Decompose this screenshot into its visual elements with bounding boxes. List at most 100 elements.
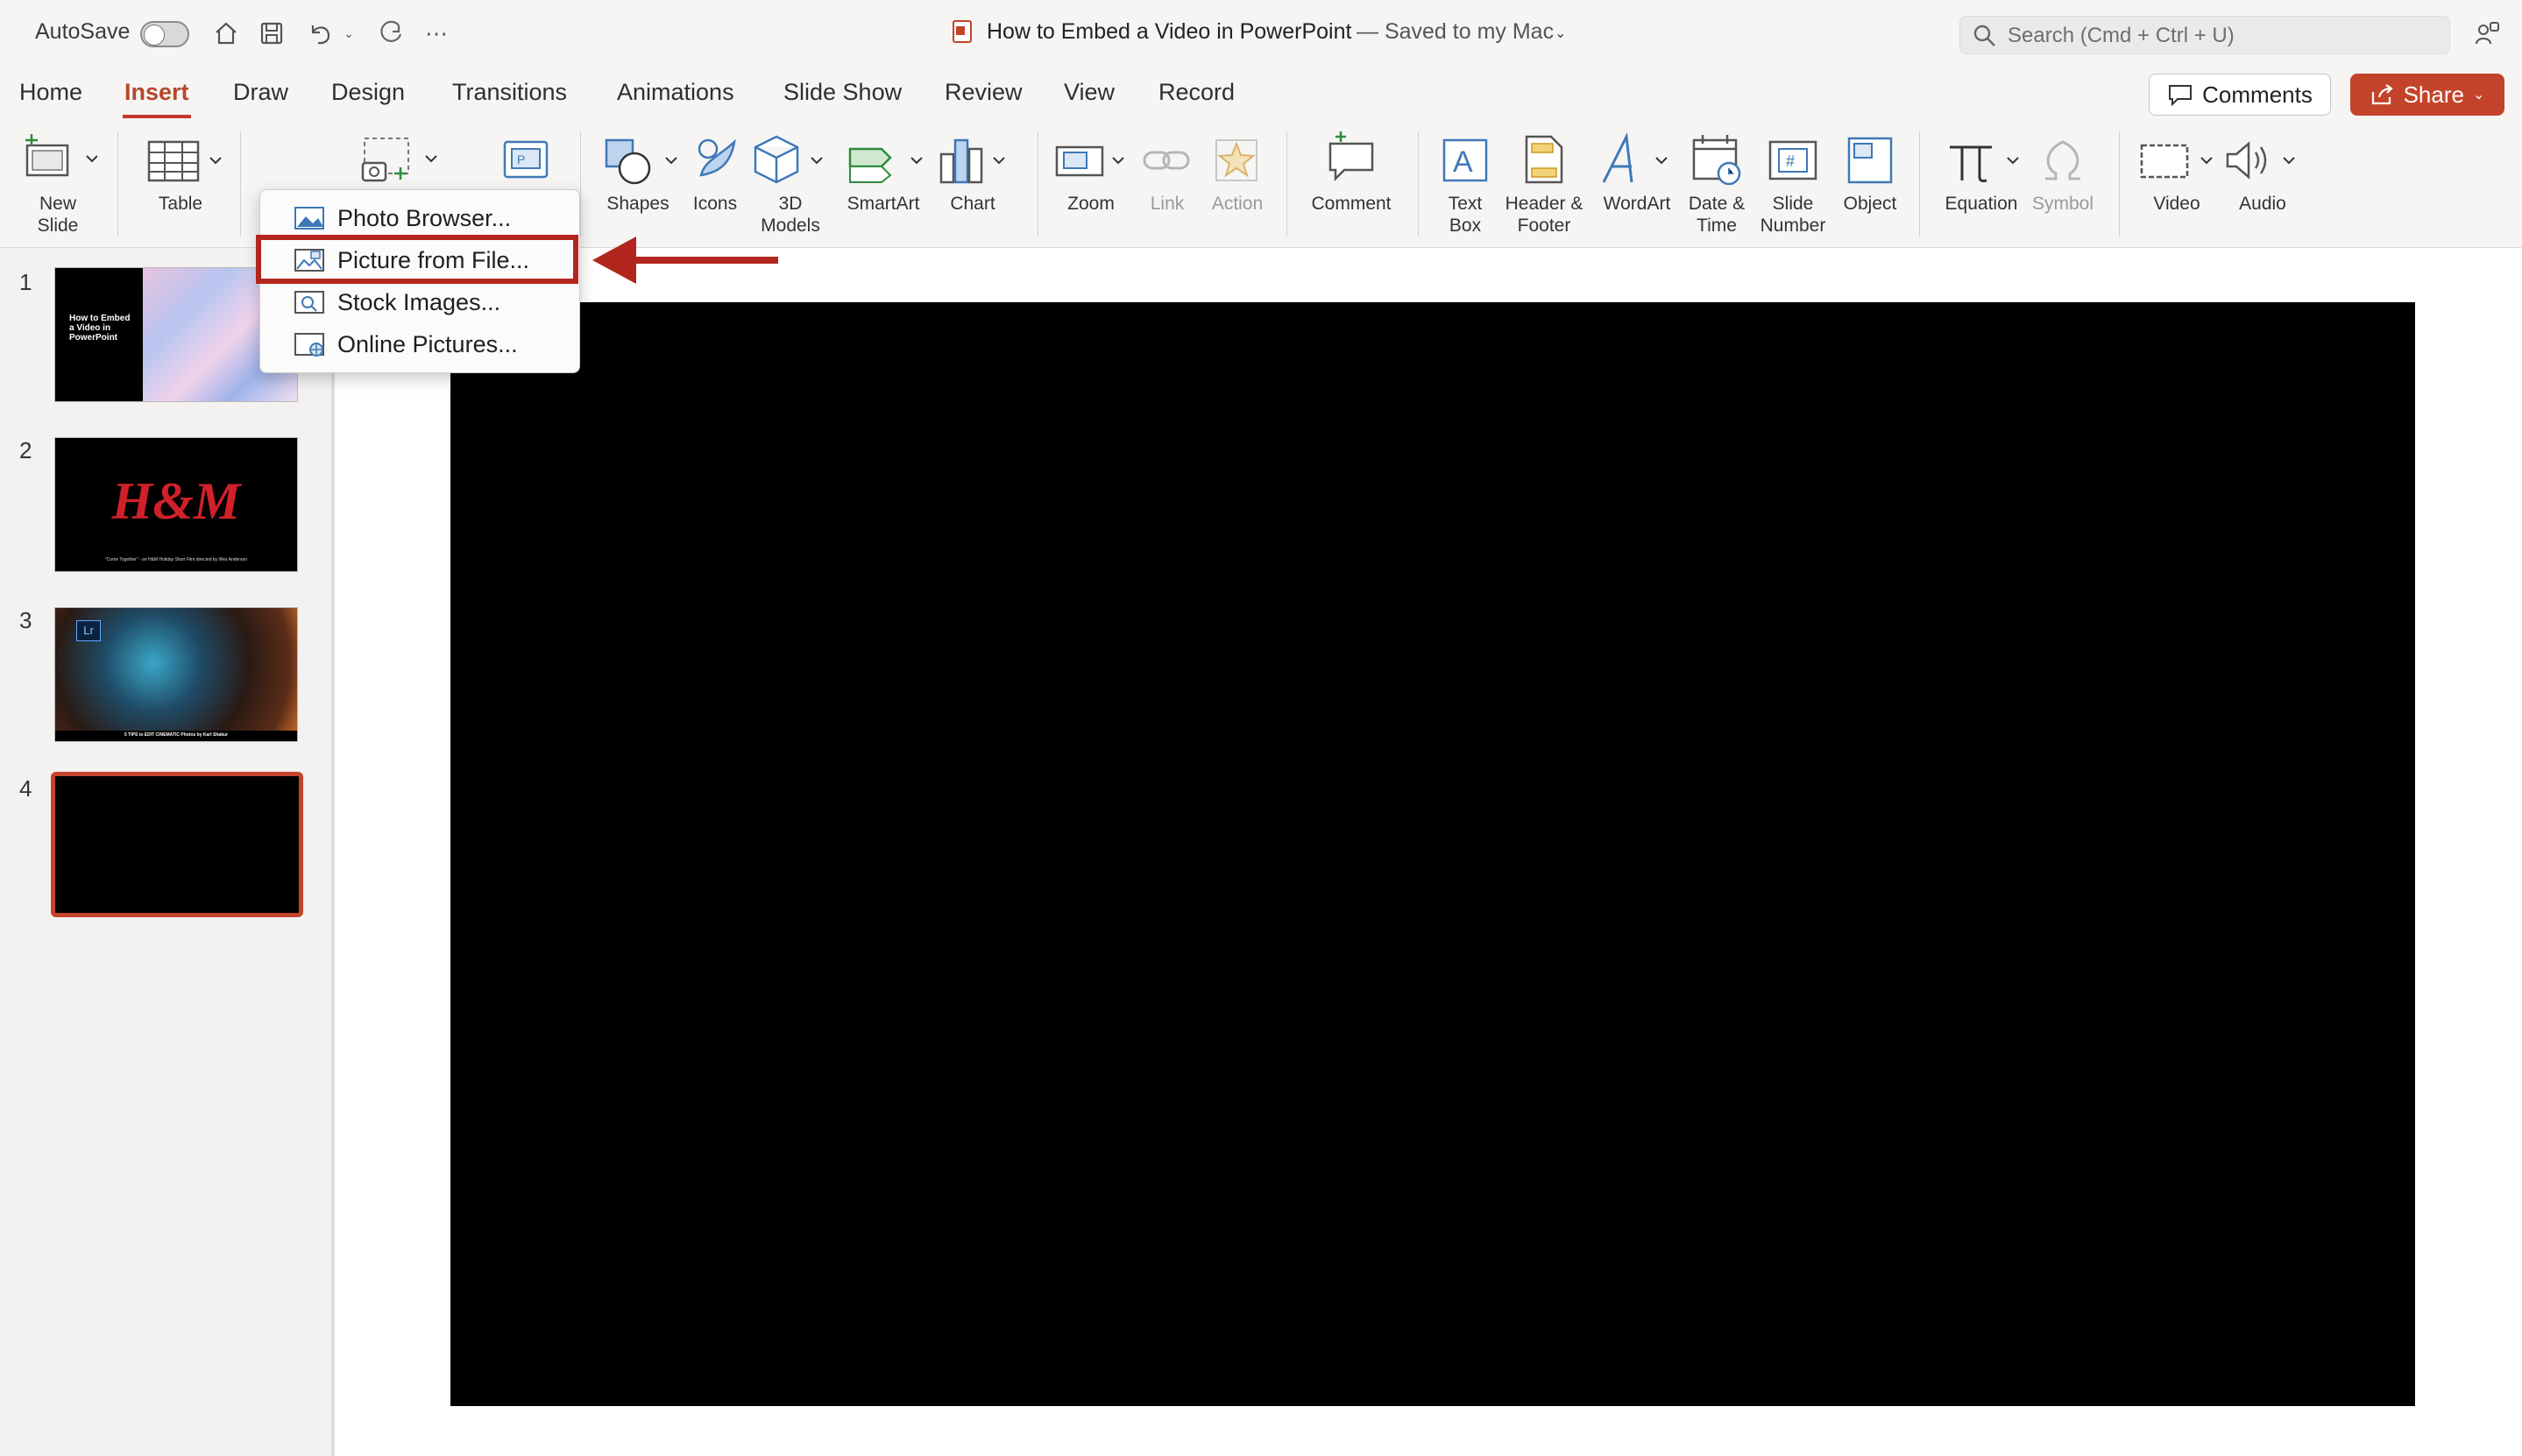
share-icon xyxy=(2371,84,2393,105)
wordart-icon xyxy=(1602,131,1668,183)
calendar-icon xyxy=(1692,135,1741,186)
header-footer-button[interactable]: Header & Footer xyxy=(1500,126,1588,237)
more-icon[interactable]: ⋯ xyxy=(421,18,452,49)
tab-slide-show[interactable]: Slide Show xyxy=(782,79,903,115)
menu-item-label: Stock Images... xyxy=(337,288,501,315)
share-dropdown-icon[interactable]: ⌄ xyxy=(2473,86,2484,103)
slide-thumbnail-3[interactable]: Lr 5 TIPS to EDIT CINEMATIC Photos by Ka… xyxy=(54,607,298,742)
header-footer-icon xyxy=(1525,135,1563,184)
symbol-button[interactable]: Symbol xyxy=(2026,126,2100,215)
tab-design[interactable]: Design xyxy=(329,79,407,115)
comments-button[interactable]: Comments xyxy=(2149,74,2331,116)
shapes-button[interactable]: Shapes xyxy=(594,126,682,215)
equation-label: Equation xyxy=(1945,194,2018,214)
new-slide-label: New Slide xyxy=(37,194,79,236)
comment-button[interactable]: Comment xyxy=(1300,126,1402,215)
wordart-button[interactable]: WordArt xyxy=(1593,126,1681,215)
slide-thumbnail-pane: 1 How to Embed a Video in PowerPoint 2 H… xyxy=(0,248,335,1456)
link-button[interactable]: Link xyxy=(1136,126,1199,215)
lightroom-badge: Lr xyxy=(76,620,101,641)
autosave-label: AutoSave xyxy=(35,19,131,44)
chevron-down-icon[interactable]: ⌄ xyxy=(1555,25,1566,42)
icons-button[interactable]: Icons xyxy=(684,126,747,215)
slide-2-caption: "Come Together" - an H&M Holiday Short F… xyxy=(104,557,248,562)
tab-home[interactable]: Home xyxy=(18,79,84,115)
photo-album-button[interactable]: P xyxy=(494,126,557,193)
redo-icon[interactable] xyxy=(375,18,407,49)
search-icon xyxy=(1973,24,1997,53)
undo-dropdown-icon[interactable]: ⌄ xyxy=(340,18,358,49)
chart-button[interactable]: Chart xyxy=(934,126,1011,215)
table-icon xyxy=(147,140,222,182)
screenshot-button[interactable] xyxy=(356,126,443,193)
video-button[interactable]: Video xyxy=(2133,126,2221,215)
slide-thumbnail-4[interactable] xyxy=(51,772,303,917)
wordart-label: WordArt xyxy=(1603,194,1671,214)
online-pictures-icon xyxy=(294,332,329,357)
shapes-icon xyxy=(605,138,677,185)
tab-insert[interactable]: Insert xyxy=(123,79,191,118)
menu-item-photo-browser[interactable]: Photo Browser... xyxy=(260,197,579,239)
stock-images-icon xyxy=(294,290,329,315)
text-box-button[interactable]: A Text Box xyxy=(1430,126,1500,237)
equation-button[interactable]: Equation xyxy=(1933,126,2030,215)
audio-button[interactable]: Audio xyxy=(2221,126,2305,215)
comment-label: Comment xyxy=(1311,194,1392,214)
smartart-button[interactable]: SmartArt xyxy=(836,126,931,215)
search-input[interactable] xyxy=(2006,20,2430,52)
text-box-label: Text Box xyxy=(1448,194,1483,236)
slide-number: 3 xyxy=(19,607,32,633)
slide-number-icon: # xyxy=(1768,140,1817,180)
smartart-label: SmartArt xyxy=(847,194,920,214)
search-box[interactable] xyxy=(1959,16,2450,54)
comments-label: Comments xyxy=(2202,81,2313,108)
tab-view[interactable]: View xyxy=(1062,79,1116,115)
svg-text:A: A xyxy=(1453,145,1473,179)
chart-label: Chart xyxy=(950,194,995,214)
home-icon[interactable] xyxy=(210,18,242,49)
new-slide-button[interactable]: New Slide xyxy=(16,126,100,237)
slide-number-button[interactable]: # Slide Number xyxy=(1756,126,1830,237)
slide-1-title: How to Embed a Video in PowerPoint xyxy=(69,314,131,343)
menu-item-stock-images[interactable]: Stock Images... xyxy=(260,281,579,323)
title-bar: AutoSave ⌄ ⋯ How to Embed a Video in Pow… xyxy=(0,0,2522,70)
tab-draw[interactable]: Draw xyxy=(231,79,290,115)
tab-animations[interactable]: Animations xyxy=(615,79,736,115)
document-title: How to Embed a Video in PowerPoint xyxy=(987,19,1352,44)
slide-number-label: Slide Number xyxy=(1760,194,1826,236)
slide-number: 1 xyxy=(19,269,32,295)
svg-text:P: P xyxy=(517,152,525,166)
autosave-toggle[interactable] xyxy=(140,21,189,47)
slide-number: 2 xyxy=(19,437,32,463)
comment-icon xyxy=(1328,131,1374,182)
menu-item-online-pictures[interactable]: Online Pictures... xyxy=(260,323,579,365)
action-button[interactable]: Action xyxy=(1202,126,1272,215)
speaker-icon xyxy=(2226,141,2295,180)
object-icon xyxy=(1847,137,1893,184)
text-box-icon: A xyxy=(1442,138,1488,182)
share-button[interactable]: Share ⌄ xyxy=(2350,74,2504,116)
collaboration-icon[interactable] xyxy=(2471,18,2503,49)
slide-number: 4 xyxy=(19,775,32,802)
zoom-icon xyxy=(1055,145,1124,177)
tab-review[interactable]: Review xyxy=(943,79,1024,115)
table-button[interactable]: Table xyxy=(135,126,226,215)
current-slide[interactable] xyxy=(450,302,2415,1406)
3d-models-button[interactable]: 3D Models xyxy=(750,126,831,237)
table-label: Table xyxy=(158,194,203,214)
object-button[interactable]: Object xyxy=(1831,126,1909,215)
menu-item-label: Photo Browser... xyxy=(337,204,512,231)
slide-thumbnail-2[interactable]: H&M "Come Together" - an H&M Holiday Sho… xyxy=(54,437,298,572)
action-label: Action xyxy=(1211,194,1264,214)
undo-icon[interactable] xyxy=(303,18,335,49)
slide-3-caption: 5 TIPS to EDIT CINEMATIC Photos by Karl … xyxy=(124,732,228,738)
save-icon[interactable] xyxy=(256,18,287,49)
ribbon-tabs: Home Insert Draw Design Transitions Anim… xyxy=(0,70,2522,123)
icons-label: Icons xyxy=(692,194,738,214)
date-time-button[interactable]: Date & Time xyxy=(1677,126,1756,237)
tab-transitions[interactable]: Transitions xyxy=(450,79,569,115)
tab-record[interactable]: Record xyxy=(1157,79,1236,115)
save-status[interactable]: — Saved to my Mac xyxy=(1357,19,1554,45)
powerpoint-file-icon xyxy=(952,19,973,44)
zoom-button[interactable]: Zoom xyxy=(1052,126,1130,215)
